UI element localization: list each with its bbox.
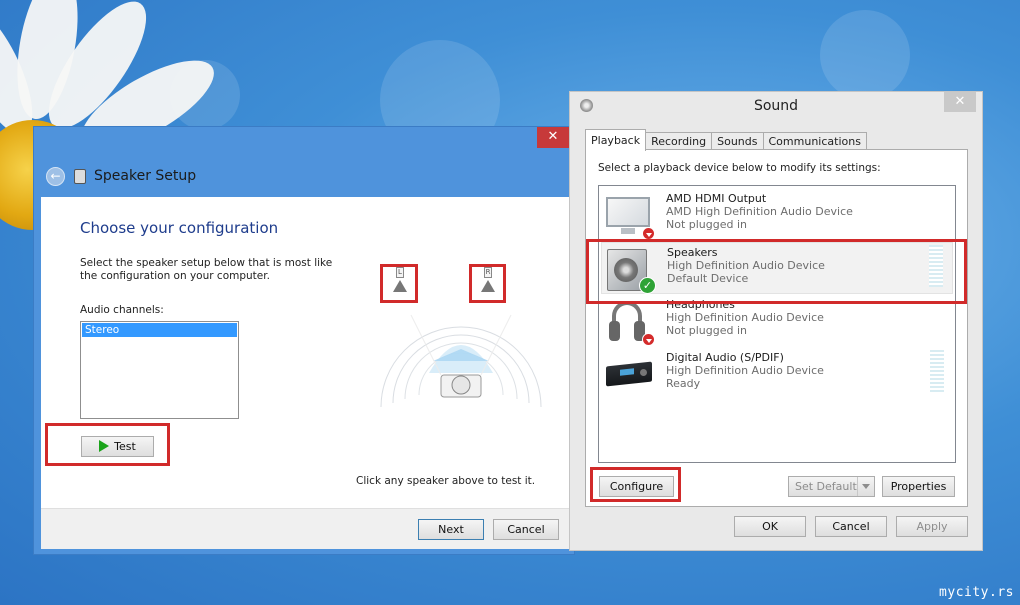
click-hint: Click any speaker above to test it.: [356, 475, 536, 487]
window-title: Speaker Setup: [94, 168, 197, 184]
chevron-down-icon: [857, 477, 874, 496]
configure-button-highlight: [590, 467, 681, 502]
cancel-button[interactable]: Cancel: [493, 519, 559, 540]
set-default-label: Set Default: [795, 480, 857, 493]
tab-bar: Playback Recording Sounds Communications: [585, 129, 867, 151]
device-item-amd-hdmi[interactable]: AMD HDMI Output AMD High Definition Audi…: [601, 189, 953, 241]
device-status: Not plugged in: [666, 324, 748, 337]
device-status: Ready: [666, 377, 701, 390]
device-driver: AMD High Definition Audio Device: [666, 205, 853, 218]
speaker-right-highlight: [469, 264, 506, 303]
monitor-icon: [604, 193, 655, 240]
device-name: AMD HDMI Output: [666, 192, 767, 205]
audio-channels-label: Audio channels:: [80, 304, 164, 316]
close-button[interactable]: ✕: [944, 92, 976, 112]
sound-field-core: [433, 349, 489, 361]
headphones-icon: [604, 299, 655, 346]
device-name: Digital Audio (S/PDIF): [666, 351, 784, 364]
device-driver: High Definition Audio Device: [666, 364, 824, 377]
test-button-highlight: [45, 423, 170, 466]
receiver-icon: [604, 352, 654, 396]
speaker-setup-footer: Next Cancel: [41, 508, 569, 549]
speaker-setup-content: Choose your configuration Select the spe…: [41, 197, 569, 549]
volume-meter: [930, 350, 944, 392]
properties-button[interactable]: Properties: [882, 476, 955, 497]
close-icon: ✕: [954, 94, 966, 109]
setup-description: Select the speaker setup below that is m…: [80, 257, 333, 282]
watermark: mycity.rs: [939, 585, 1014, 600]
close-button[interactable]: ✕: [537, 127, 569, 148]
close-icon: ✕: [547, 129, 559, 144]
list-item-stereo[interactable]: Stereo: [82, 323, 237, 337]
speakers-highlight: [586, 239, 967, 304]
tab-playback[interactable]: Playback: [585, 129, 647, 151]
back-arrow-icon[interactable]: ←: [46, 166, 65, 186]
speaker-left-highlight: [380, 264, 418, 303]
set-default-button: Set Default: [788, 476, 875, 497]
page-heading: Choose your configuration: [80, 219, 279, 237]
speaker-setup-titlebar: ← Speaker Setup: [46, 165, 196, 187]
next-button[interactable]: Next: [418, 519, 484, 540]
device-status: Not plugged in: [666, 218, 748, 231]
playback-instruction: Select a playback device below to modify…: [598, 162, 881, 174]
apply-button: Apply: [896, 516, 968, 537]
ok-button[interactable]: OK: [734, 516, 806, 537]
listener-head: [451, 375, 471, 395]
playback-panel: Select a playback device below to modify…: [585, 149, 968, 507]
audio-channels-listbox[interactable]: Stereo: [80, 321, 239, 419]
speaker-setup-window: ✕ ← Speaker Setup Choose your configurat…: [33, 126, 575, 555]
playback-device-list[interactable]: AMD HDMI Output AMD High Definition Audi…: [598, 185, 956, 463]
device-item-digital-audio[interactable]: Digital Audio (S/PDIF) High Definition A…: [601, 348, 953, 400]
device-driver: High Definition Audio Device: [666, 311, 824, 324]
speaker-setup-icon: [74, 168, 86, 184]
window-title: Sound: [753, 98, 799, 114]
cancel-button[interactable]: Cancel: [815, 516, 887, 537]
